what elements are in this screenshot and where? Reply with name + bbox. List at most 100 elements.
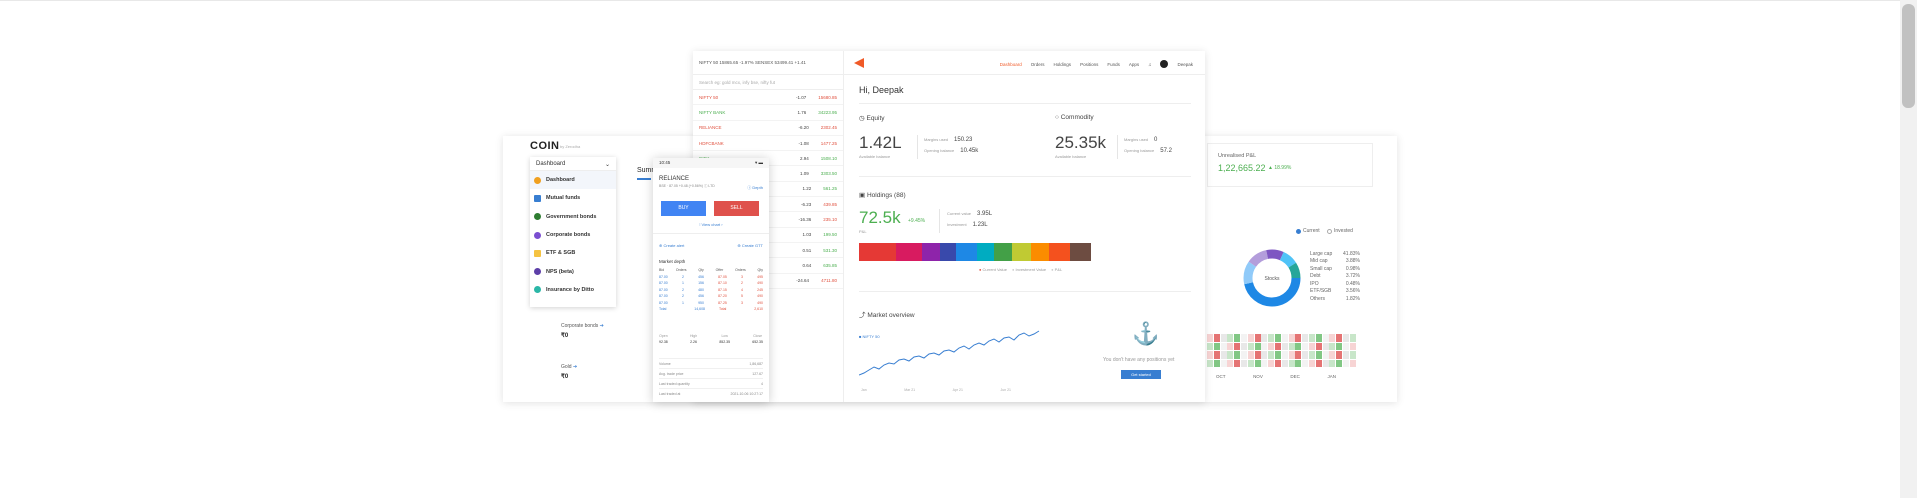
heatmap-cell (1288, 351, 1295, 359)
holdings-pnl: 72.5k (859, 208, 901, 227)
watchlist-item[interactable]: RELIANCE -6.20 2302.45 (693, 121, 843, 136)
kv-avg-price: Avg. trade price 127.67 (659, 368, 763, 376)
coin-menu-corporate-bonds[interactable]: Corporate bonds (530, 226, 616, 244)
holdings-bar-segment[interactable] (1049, 243, 1071, 261)
heatmap-cell (1213, 359, 1220, 367)
coin-menu-government-bonds[interactable]: Government bonds (530, 208, 616, 226)
coin-menu-mutual-funds[interactable]: Mutual funds (530, 189, 616, 207)
coin-nav-dropdown[interactable]: Dashboard ⌄ Dashboard Mutual funds Gover… (530, 157, 616, 307)
corporate-bonds-row[interactable]: Corporate bonds ➔ ₹0 (561, 323, 604, 339)
watchlist-change: -6.23 (800, 201, 812, 207)
legend-name: Debt (1310, 273, 1321, 280)
depth-cell: 3 (741, 274, 743, 279)
market-chart (859, 330, 1040, 376)
coin-menu-insurance[interactable]: Insurance by Ditto (530, 281, 616, 299)
indices-bar: NIFTY 50 15865.65 -1.97% SENSEX 53499.41… (693, 51, 843, 75)
create-gtt-link[interactable]: ⊕ Create GTT (737, 243, 763, 248)
kite-logo-icon[interactable] (854, 58, 864, 68)
watchlist-item[interactable]: HDFCBANK -1.08 1477.25 (693, 136, 843, 152)
avatar[interactable] (1160, 60, 1169, 68)
nav-apps[interactable]: Apps (1129, 62, 1139, 67)
commodity-opening: Opening balance 57.2 (1124, 148, 1172, 154)
legend-invested[interactable]: Invested (1327, 228, 1353, 234)
holdings-pnl-pct: +9.45% (908, 218, 926, 224)
stat-high: High 2.26 (690, 334, 697, 344)
heatmap-cell (1288, 342, 1295, 350)
heatmap-cell (1261, 351, 1268, 359)
create-alert-link[interactable]: ⊕ Create alert (659, 243, 684, 248)
watchlist-change: -6.20 (798, 125, 809, 131)
depth-link[interactable]: ⓘ Depth (747, 185, 763, 191)
equity-opening: Opening balance 10.45k (924, 148, 978, 154)
nav-positions[interactable]: Positions (1080, 62, 1098, 67)
depth-cell: 3 (741, 300, 743, 305)
bell-icon[interactable]: ♫ (1148, 62, 1151, 67)
holdings-investment: Investment 1.23L (947, 222, 988, 228)
holdings-bar-segment[interactable] (993, 243, 1013, 261)
search-input[interactable]: Search eg: gold mcx, infy bse, nifty fut (693, 75, 843, 90)
heatmap-cell (1315, 342, 1322, 350)
kv-label: Opening balance (924, 148, 955, 153)
allocation-donut: Stocks (1243, 249, 1301, 307)
get-started-button[interactable]: Get started (1121, 370, 1161, 379)
kv-volume: Volume 1,86,687 (659, 358, 763, 366)
holdings-bar-segment[interactable] (956, 243, 978, 261)
watchlist-change: 1.09 (799, 171, 809, 177)
coin-menu-nps[interactable]: NPS (beta) (530, 262, 616, 280)
scrollbar-thumb[interactable] (1902, 4, 1915, 108)
heatmap-cell (1220, 342, 1227, 350)
holdings-bar[interactable] (859, 243, 1091, 261)
user-name[interactable]: Deepak (1177, 62, 1193, 67)
watchlist-ltp: 235.10 (823, 217, 837, 223)
heatmap-cell (1254, 342, 1261, 350)
view-chart-link[interactable]: ⫶ View chart › (653, 222, 769, 227)
heatmap-cell (1254, 334, 1261, 342)
ditto-icon (534, 286, 541, 294)
holdings-bar-segment[interactable] (1012, 243, 1031, 261)
kv-value: 0 (1154, 137, 1158, 143)
holdings-bar-segment[interactable] (1030, 243, 1050, 261)
holdings-bar-segment[interactable] (977, 243, 994, 261)
stat-label: High (689, 334, 698, 338)
coin-menu-dashboard[interactable]: Dashboard (530, 171, 616, 190)
nav-holdings[interactable]: Holdings (1054, 62, 1072, 67)
heatmap-cell (1315, 334, 1322, 342)
holdings-title: ▣ Holdings (88) (859, 191, 906, 199)
commodity-margins: Margins used 0 (1124, 137, 1157, 143)
holdings-bar-segment[interactable] (859, 243, 897, 261)
holdings-bar-segment[interactable] (921, 243, 941, 261)
watchlist-ltp: 439.85 (823, 201, 837, 207)
menu-label: Government bonds (546, 213, 597, 220)
depth-cell: 87.00 (659, 287, 668, 292)
arrow-right-icon: ➔ (572, 364, 578, 370)
watchlist-change: 1.22 (802, 186, 812, 192)
heatmap-cell (1349, 359, 1356, 367)
heatmap-cell (1288, 359, 1295, 367)
nav-orders[interactable]: Orders (1031, 62, 1045, 67)
coin-menu-etf-sgb[interactable]: ETF & SGB (530, 244, 616, 262)
donut-legend-item: Small cap 0.98% (1310, 265, 1360, 273)
holdings-bar-segment[interactable] (896, 243, 922, 261)
holdings-bar-segment[interactable] (940, 243, 957, 261)
gold-row[interactable]: Gold ➔ ₹0 (561, 364, 577, 380)
watchlist-item[interactable]: NIFTY BANK 1.76 34223.95 (693, 105, 843, 121)
heatmap-cell (1281, 342, 1288, 350)
depth-cell: 490 (757, 294, 763, 299)
commodity-title-text: Commodity (1060, 114, 1094, 121)
watchlist-ltp: 1477.25 (820, 140, 837, 146)
market-x-axis: Jan Mar 21 Apr 21 Jun 21 (861, 388, 1011, 392)
buy-button[interactable]: BUY (661, 201, 706, 216)
menu-label: Dashboard (546, 177, 575, 184)
menu-label: Insurance by Ditto (546, 286, 594, 293)
holdings-bar-segment[interactable] (1070, 243, 1091, 261)
watchlist-item[interactable]: NIFTY 50 -1.07 15680.85 (693, 90, 843, 106)
legend-current[interactable]: Current (1296, 228, 1320, 234)
watchlist-change: 2.94 (799, 155, 809, 161)
month-label: JAN (1327, 374, 1336, 379)
nav-funds[interactable]: Funds (1107, 62, 1120, 67)
dropdown-header[interactable]: Dashboard ⌄ (530, 157, 616, 171)
stat-low: Low 852.35 (719, 334, 730, 344)
sell-button[interactable]: SELL (714, 201, 759, 216)
nav-dashboard[interactable]: Dashboard (1000, 62, 1022, 67)
heatmap-cell (1275, 342, 1281, 350)
